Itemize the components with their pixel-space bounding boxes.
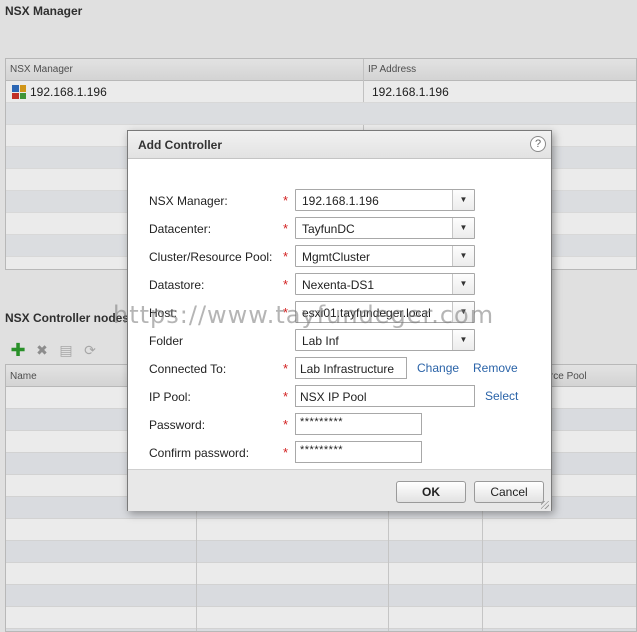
required-marker: * <box>283 305 289 320</box>
field-label-connected-to: Connected To: <box>149 362 227 376</box>
resize-grip-icon[interactable] <box>541 501 549 509</box>
cancel-button[interactable]: Cancel <box>474 481 544 503</box>
cluster-value: MgmtCluster <box>302 250 371 264</box>
dropdown-arrow-icon[interactable]: ▼ <box>452 274 474 294</box>
password-input[interactable]: ********* <box>295 413 422 435</box>
field-label-folder: Folder <box>149 334 184 348</box>
field-row-connected-to: Connected To: * Lab Infrastructure Chang… <box>128 357 551 381</box>
password-value: ********* <box>300 416 344 428</box>
field-label-datastore: Datastore: <box>149 278 205 292</box>
field-row-password: Password: * ********* <box>128 413 551 437</box>
dialog-header[interactable]: Add Controller ? <box>128 131 551 159</box>
field-label-cluster: Cluster/Resource Pool: <box>149 250 273 264</box>
select-link[interactable]: Select <box>485 389 518 403</box>
field-label-confirm-password: Confirm password: <box>149 446 250 460</box>
confirm-password-input[interactable]: ********* <box>295 441 422 463</box>
field-label-password: Password: <box>149 418 206 432</box>
dropdown-arrow-icon[interactable]: ▼ <box>452 218 474 238</box>
change-link[interactable]: Change <box>417 361 459 375</box>
required-marker: * <box>283 221 289 236</box>
required-marker: * <box>283 277 289 292</box>
required-marker: * <box>283 249 289 264</box>
field-row-datastore: Datastore: * Nexenta-DS1 ▼ <box>128 273 551 297</box>
nsx-manager-select[interactable]: 192.168.1.196 ▼ <box>295 189 475 211</box>
remove-link[interactable]: Remove <box>473 361 518 375</box>
dialog-body: NSX Manager: * 192.168.1.196 ▼ Datacente… <box>128 160 551 468</box>
datastore-value: Nexenta-DS1 <box>302 278 375 292</box>
field-label-datacenter: Datacenter: <box>149 222 212 236</box>
datastore-select[interactable]: Nexenta-DS1 ▼ <box>295 273 475 295</box>
dropdown-arrow-icon[interactable]: ▼ <box>452 302 474 322</box>
field-label-ip-pool: IP Pool: <box>149 390 191 404</box>
ip-pool-value: NSX IP Pool <box>300 390 367 404</box>
help-icon[interactable]: ? <box>530 136 546 152</box>
required-marker: * <box>283 361 289 376</box>
datacenter-select[interactable]: TayfunDC ▼ <box>295 217 475 239</box>
dropdown-arrow-icon[interactable]: ▼ <box>452 190 474 210</box>
field-row-confirm-password: Confirm password: * ********* <box>128 441 551 465</box>
field-label-host: Host: <box>149 306 178 320</box>
host-select[interactable]: esxi01.tayfundeger.local ▼ <box>295 301 475 323</box>
field-row-host: Host: * esxi01.tayfundeger.local ▼ <box>128 301 551 325</box>
dialog-title: Add Controller <box>138 138 222 152</box>
folder-value: Lab Inf <box>302 334 339 348</box>
field-row-folder: Folder Lab Inf ▼ <box>128 329 551 353</box>
required-marker: * <box>283 389 289 404</box>
field-row-cluster: Cluster/Resource Pool: * MgmtCluster ▼ <box>128 245 551 269</box>
ip-pool-field[interactable]: NSX IP Pool <box>295 385 475 407</box>
cluster-select[interactable]: MgmtCluster ▼ <box>295 245 475 267</box>
folder-select[interactable]: Lab Inf ▼ <box>295 329 475 351</box>
ok-button[interactable]: OK <box>396 481 466 503</box>
confirm-password-value: ********* <box>300 444 344 456</box>
required-marker: * <box>283 193 289 208</box>
add-controller-dialog: Add Controller ? NSX Manager: * 192.168.… <box>127 130 552 511</box>
connected-to-field[interactable]: Lab Infrastructure <box>295 357 407 379</box>
datacenter-value: TayfunDC <box>302 222 355 236</box>
dropdown-arrow-icon[interactable]: ▼ <box>452 246 474 266</box>
host-value: esxi01.tayfundeger.local <box>302 306 431 320</box>
dropdown-arrow-icon[interactable]: ▼ <box>452 330 474 350</box>
required-marker: * <box>283 417 289 432</box>
connected-to-value: Lab Infrastructure <box>300 362 395 376</box>
field-row-datacenter: Datacenter: * TayfunDC ▼ <box>128 217 551 241</box>
field-row-ip-pool: IP Pool: * NSX IP Pool Select <box>128 385 551 409</box>
dialog-footer: OK Cancel <box>128 469 551 511</box>
field-label-nsx-manager: NSX Manager: <box>149 194 228 208</box>
required-marker: * <box>283 445 289 460</box>
nsx-manager-value: 192.168.1.196 <box>302 194 379 208</box>
field-row-nsx-manager: NSX Manager: * 192.168.1.196 ▼ <box>128 189 551 213</box>
